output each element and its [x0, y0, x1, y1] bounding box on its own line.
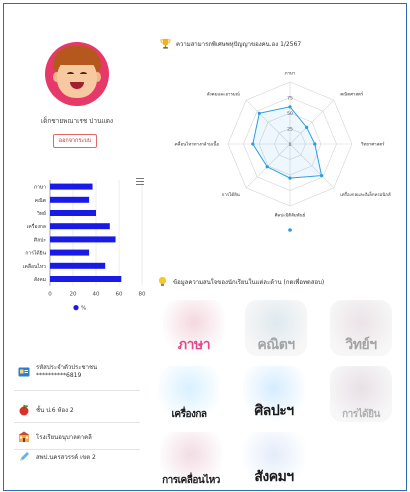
bar [50, 276, 122, 282]
school-icon [18, 431, 30, 442]
interest-bar-chart: 0 20 40 60 80 ภาษาคณิตวิทย์เครื่องกลศิลปะการไ… [23, 180, 146, 312]
subject-tile[interactable]: เครื่องกล [158, 366, 220, 422]
citizen-id-value: **********6819 [36, 372, 82, 379]
radar-point [257, 111, 261, 115]
student-name: เด็กชายพณาเรช ปานแดง [40, 117, 114, 125]
subject-label: ศิลปะฯ [254, 403, 294, 419]
bar [50, 262, 106, 269]
id-card-icon [18, 367, 30, 377]
category-label: ศิลปะ [34, 236, 46, 243]
bar [50, 196, 90, 203]
radar-axis-label: การได้ยิน [222, 192, 240, 198]
subject-tile[interactable]: สังคมฯ [243, 432, 305, 488]
bar [50, 236, 116, 243]
school-row: โรงเรียนอนุบาลตาคลี [18, 429, 92, 445]
radar-point [305, 125, 309, 129]
subject-tile[interactable]: การได้ยิน [330, 366, 392, 422]
category-label: คณิต [35, 197, 46, 204]
x-tick-label: 20 [70, 292, 77, 298]
subject-tile[interactable]: วิทย์ฯ [330, 300, 392, 356]
category-label: วิทย์ [37, 210, 46, 217]
subject-label: คณิตฯ [257, 337, 295, 353]
radar-axis-label: สังคมและอารมณ์ [207, 91, 240, 97]
school-label: โรงเรียนอนุบาลตาคลี [36, 434, 92, 441]
subject-tile[interactable]: คณิตฯ [245, 300, 307, 356]
bar [50, 249, 90, 256]
pen-icon [20, 452, 29, 461]
radar-section-title: ความสามารถพิเศษพหุปัญญาของคน.อง 1/2567 [160, 38, 301, 49]
x-tick-label: 0 [48, 292, 52, 298]
legend-label: % [81, 306, 86, 312]
citizen-id-label: รหัสประจำตัวประชาชน [36, 364, 98, 371]
subjects-section-title: ข้อมูลความสนใจของนักเรียนในแต่ละด้าน (กด… [157, 276, 324, 287]
class-label: ชั้น ป.6 ห้อง 2 [36, 407, 74, 414]
logout-button[interactable]: ออกจากระบบ [53, 134, 97, 148]
district-label: สพป.นครสวรรค์ เขต 2 [36, 454, 96, 461]
subject-tile[interactable]: ภาษา [163, 300, 225, 356]
category-label: เคลื่อนไหว [23, 263, 46, 270]
category-label: สังคม [34, 277, 46, 283]
radar-point [265, 165, 269, 169]
subject-tile[interactable]: การเคลื่อนไหว [160, 432, 222, 488]
radar-axis-label: เครื่องกลและอิเล็กทรอนิกส์ [340, 190, 391, 198]
aptitude-radar-chart: 0255075ภาษาคณิตศาสตร์วิทยาศาสตร์เครื่องก… [174, 72, 391, 232]
trophy-icon [160, 38, 171, 49]
category-label: เครื่องกล [27, 223, 46, 230]
radar-point [313, 142, 317, 146]
x-tick-label: 40 [93, 292, 100, 298]
radar-point [319, 173, 324, 178]
subject-label: ภาษา [177, 337, 211, 353]
radar-legend-marker [288, 228, 292, 232]
radar-series-line [252, 106, 323, 179]
subject-label: วิทย์ฯ [345, 337, 377, 353]
avatar [45, 42, 109, 106]
x-tick-label: 60 [116, 292, 123, 298]
chart-menu-icon[interactable] [136, 178, 144, 185]
radar-axis-label: การเคลื่อนไหวทางกล้ามเนื้อ [174, 141, 219, 148]
legend-marker [73, 305, 79, 311]
subject-label: เครื่องกล [171, 409, 207, 420]
radar-axis-label: ภาษา [285, 72, 296, 77]
subject-label: การเคลื่อนไหว [162, 475, 220, 486]
category-label: ภาษา [34, 185, 46, 191]
radar-ring-label: 75 [287, 95, 293, 101]
category-label: การได้ยิน [25, 250, 46, 257]
radar-point [251, 142, 255, 146]
bar [50, 223, 110, 230]
subjects-title: ข้อมูลความสนใจของนักเรียนในแต่ละด้าน (กด… [173, 278, 325, 286]
apple-icon [19, 404, 29, 416]
radar-point [288, 105, 292, 109]
citizen-id-row: รหัสประจำตัวประชาชน **********6819 [18, 364, 97, 380]
subject-label: สังคมฯ [254, 469, 294, 485]
class-row: ชั้น ป.6 ห้อง 2 [18, 402, 74, 418]
bar [50, 210, 96, 216]
bar [50, 183, 93, 190]
radar-point [288, 176, 292, 180]
subject-tile[interactable]: ศิลปะฯ [243, 366, 305, 422]
radar-title: ความสามารถพิเศษพหุปัญญาของคน.อง 1/2567 [176, 40, 302, 48]
district-row: สพป.นครสวรรค์ เขต 2 [18, 449, 96, 465]
lightbulb-icon [158, 276, 167, 287]
subject-label: การได้ยิน [342, 409, 380, 420]
radar-axis-label: วิทยาศาสตร์ [360, 142, 385, 148]
radar-axis-label: คณิตศาสตร์ [340, 91, 364, 97]
radar-axis-label: ศิลปะมิติสัมพันธ์ [275, 213, 306, 219]
x-tick-label: 80 [139, 292, 146, 298]
